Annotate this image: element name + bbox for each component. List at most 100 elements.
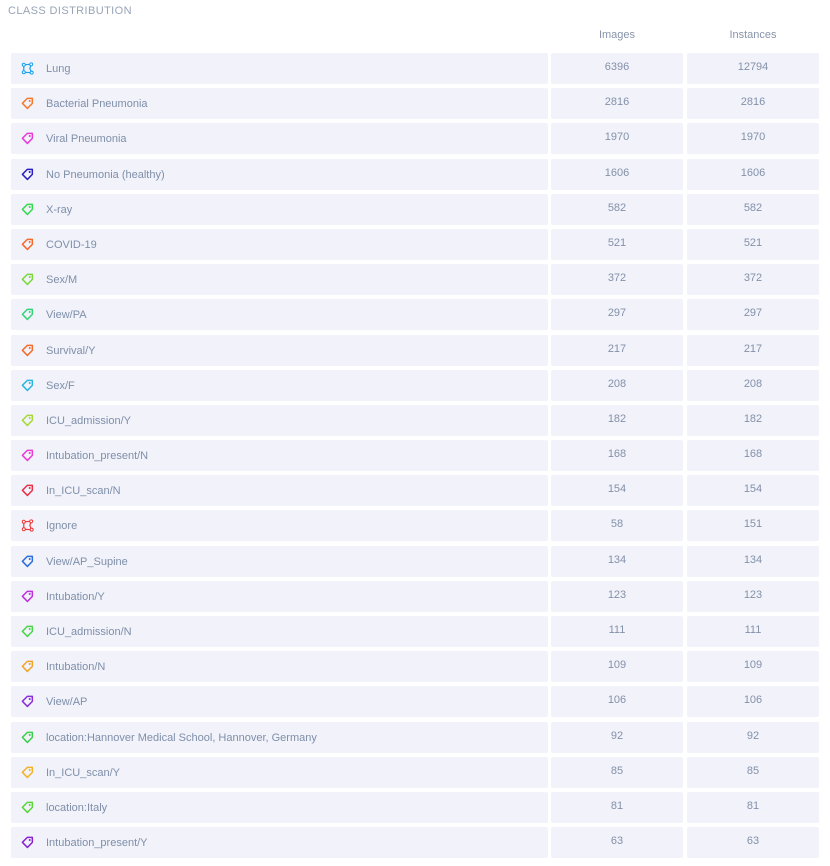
class-name: View/PA [46, 309, 87, 322]
tag-icon [21, 449, 34, 462]
tag-icon [21, 836, 34, 849]
images-count-cell: 297 [551, 299, 683, 331]
instances-count-cell: 168 [687, 440, 819, 472]
instances-count: 123 [743, 588, 763, 601]
images-count-cell: 217 [551, 334, 683, 366]
tag-icon [21, 766, 34, 779]
instances-count-cell: 92 [687, 721, 819, 753]
instances-count: 106 [743, 694, 763, 707]
class-name: Intubation/Y [46, 590, 105, 603]
class-name: Viral Pneumonia [46, 133, 127, 146]
class-name: In_ICU_scan/Y [46, 766, 120, 779]
instances-count-cell: 109 [687, 651, 819, 683]
images-count: 154 [607, 483, 627, 496]
instances-count-cell: 182 [687, 404, 819, 436]
instances-count-cell: 12794 [687, 53, 819, 84]
images-count: 81 [610, 799, 624, 812]
class-name-cell[interactable]: ICU_admission/Y [11, 404, 548, 436]
instances-count-cell: 217 [687, 334, 819, 366]
images-count-cell: 58 [551, 510, 683, 542]
class-name-cell[interactable]: ICU_admission/N [11, 616, 548, 647]
class-name-cell[interactable]: Lung [11, 53, 548, 84]
images-count-cell: 81 [551, 791, 683, 823]
instances-count: 182 [743, 412, 763, 425]
instances-count: 109 [743, 659, 763, 672]
instances-count: 208 [743, 377, 763, 390]
instances-count: 1606 [740, 166, 766, 179]
instances-count: 582 [743, 201, 763, 214]
images-count: 92 [610, 729, 624, 742]
class-name-cell[interactable]: No Pneumonia (healthy) [11, 158, 548, 190]
images-count-cell: 85 [551, 756, 683, 788]
images-count: 111 [608, 624, 626, 636]
images-count-cell: 134 [551, 545, 683, 577]
class-name-cell[interactable]: View/PA [11, 299, 548, 331]
class-name-cell[interactable]: Survival/Y [11, 334, 548, 366]
images-count-cell: 109 [551, 651, 683, 683]
class-name: location:Italy [46, 801, 108, 814]
tag-icon [21, 273, 34, 286]
instances-count: 92 [746, 729, 760, 742]
instances-count: 12794 [737, 61, 769, 73]
class-name-cell[interactable]: Bacterial Pneumonia [11, 88, 548, 120]
images-count-cell: 154 [551, 475, 683, 507]
class-name-cell[interactable]: location:Hannover Medical School, Hannov… [11, 721, 548, 753]
images-count: 217 [607, 342, 627, 355]
images-count-cell: 111 [551, 616, 683, 647]
images-count: 109 [607, 659, 627, 672]
class-name: In_ICU_scan/N [46, 485, 121, 498]
class-name: Sex/M [46, 274, 78, 287]
class-name: Sex/F [46, 379, 75, 392]
images-count-cell: 6396 [551, 53, 683, 84]
instances-count: 151 [743, 518, 763, 531]
class-name-cell[interactable]: Intubation/N [11, 651, 548, 683]
class-name-cell[interactable]: Sex/M [11, 264, 548, 296]
images-count-cell: 1606 [551, 158, 683, 190]
images-count: 106 [607, 694, 627, 707]
column-header-instances[interactable]: Instances [687, 29, 819, 41]
class-name-cell[interactable]: Ignore [11, 510, 548, 542]
tag-icon [21, 590, 34, 603]
images-count-cell: 106 [551, 686, 683, 718]
images-count-cell: 1970 [551, 123, 683, 155]
instances-count: 372 [743, 272, 763, 285]
class-name-cell[interactable]: COVID-19 [11, 228, 548, 260]
class-name-cell[interactable]: In_ICU_scan/N [11, 475, 548, 507]
class-name-cell[interactable]: location:Italy [11, 791, 548, 823]
instances-count-cell: 134 [687, 545, 819, 577]
class-name-cell[interactable]: Sex/F [11, 369, 548, 401]
class-name-cell[interactable]: View/AP_Supine [11, 545, 548, 577]
class-name: No Pneumonia (healthy) [46, 168, 165, 181]
images-count-cell: 582 [551, 193, 683, 225]
class-name-cell[interactable]: In_ICU_scan/Y [11, 756, 548, 788]
instances-count-cell: 2816 [687, 88, 819, 120]
instances-count-cell: 85 [687, 756, 819, 788]
tag-icon [21, 625, 34, 638]
images-count: 85 [610, 764, 624, 777]
instances-count-cell: 63 [687, 827, 819, 859]
instances-count-cell: 297 [687, 299, 819, 331]
class-name-cell[interactable]: Viral Pneumonia [11, 123, 548, 155]
instances-count: 217 [743, 342, 763, 355]
images-count: 372 [607, 272, 627, 285]
instances-count: 63 [746, 835, 760, 848]
class-name-cell[interactable]: Intubation_present/N [11, 440, 548, 472]
column-header-images[interactable]: Images [551, 29, 683, 41]
instances-count: 2816 [740, 96, 766, 109]
class-name-cell[interactable]: X-ray [11, 193, 548, 225]
class-name: Intubation_present/Y [46, 837, 148, 850]
class-name-cell[interactable]: View/AP [11, 686, 548, 718]
class-name: Lung [46, 63, 71, 75]
images-count: 134 [607, 553, 627, 566]
tag-icon [21, 555, 34, 568]
images-count: 297 [607, 307, 627, 320]
images-count-cell: 168 [551, 440, 683, 472]
instances-count: 1970 [740, 131, 766, 144]
class-name-cell[interactable]: Intubation/Y [11, 580, 548, 612]
instances-count: 81 [746, 799, 760, 812]
class-name: View/AP [46, 696, 88, 709]
tag-icon [21, 308, 34, 321]
class-name-cell[interactable]: Intubation_present/Y [11, 827, 548, 859]
class-name: Ignore [46, 520, 78, 533]
tag-icon [21, 660, 34, 673]
